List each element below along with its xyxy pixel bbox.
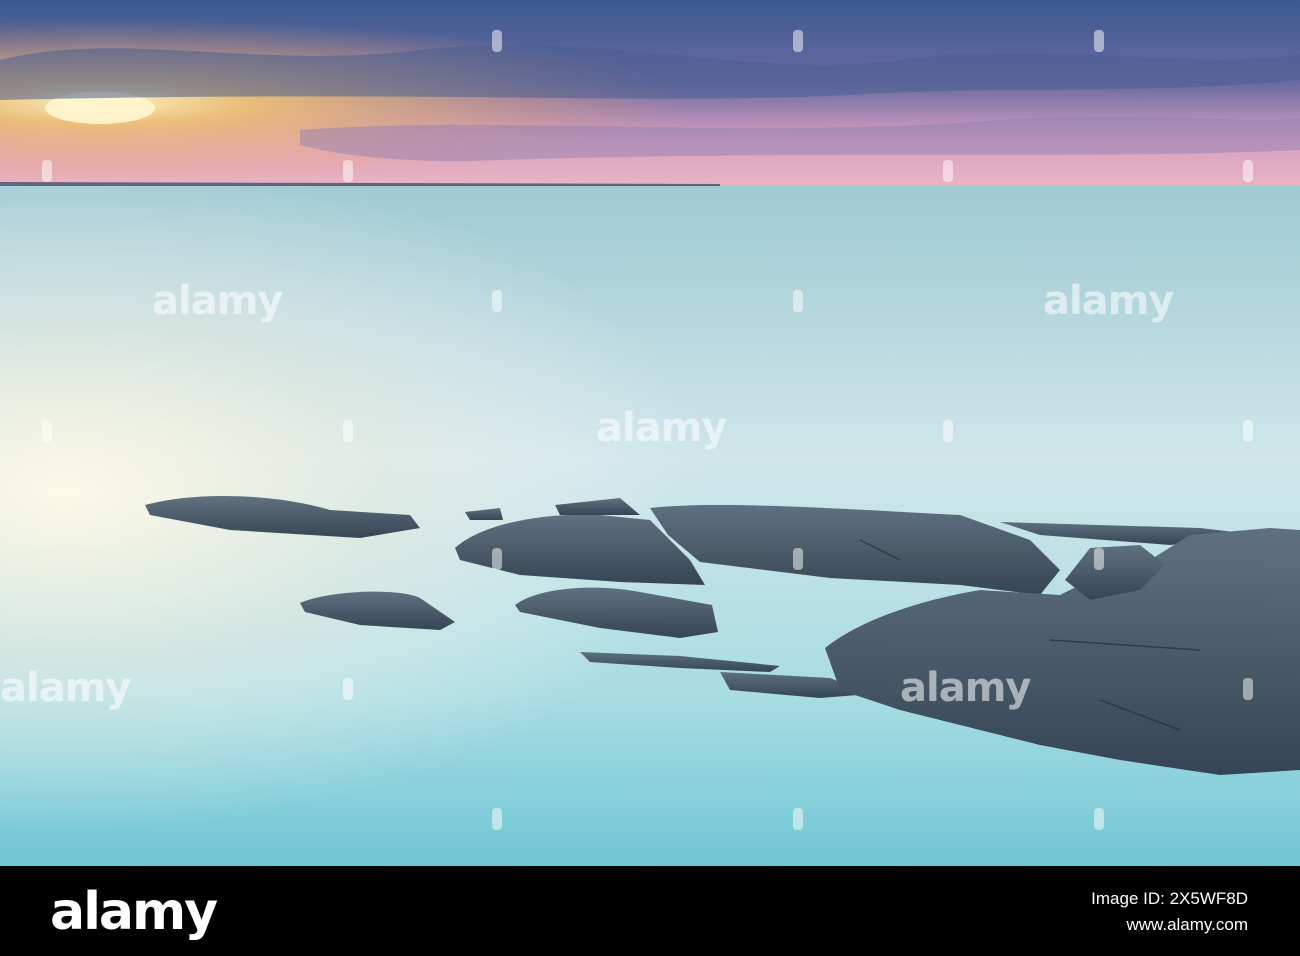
image-id-label: Image ID: 2X5WF8D [1091,889,1248,908]
watermark-mark [793,290,803,312]
alamy-logo[interactable]: alamy [50,882,218,942]
watermark-mark [1094,808,1104,830]
watermark-mark [492,30,502,52]
image-id-info: Image ID: 2X5WF8D www.alamy.com [1091,886,1248,938]
watermark-mark [943,160,953,182]
watermark-mark [793,548,803,570]
watermark-mark [1094,30,1104,52]
watermark-mark [492,548,502,570]
seascape-image [0,0,1300,866]
watermark-mark [42,160,52,182]
footer-bar: alamy Image ID: 2X5WF8D www.alamy.com [0,866,1300,956]
site-url[interactable]: www.alamy.com [1091,912,1248,938]
watermark-mark [1243,678,1253,700]
photo [0,0,1300,866]
watermark-mark [1243,160,1253,182]
watermark-mark [1094,548,1104,570]
watermark-mark [343,678,353,700]
watermark-mark [343,420,353,442]
watermark-mark [492,290,502,312]
watermark-mark [943,420,953,442]
watermark-mark [1243,420,1253,442]
watermark-mark [343,160,353,182]
watermark-mark [793,30,803,52]
watermark-mark [492,808,502,830]
watermark-mark [42,420,52,442]
watermark-mark [793,808,803,830]
